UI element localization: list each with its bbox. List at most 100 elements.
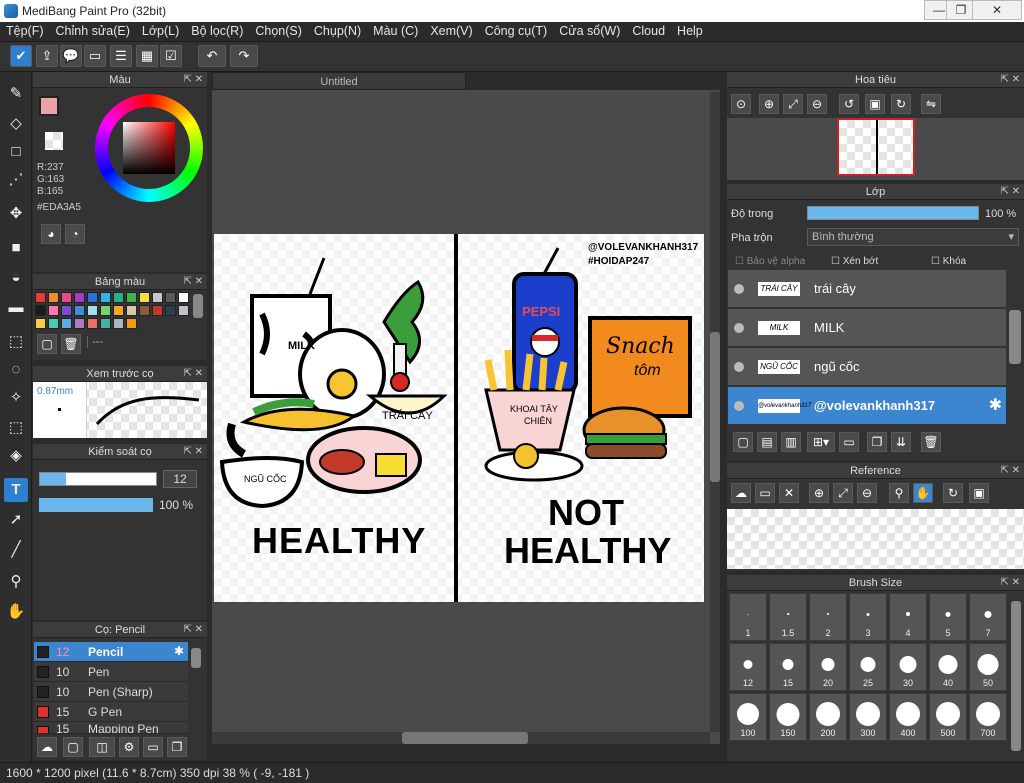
zoom-in-icon[interactable]: ⊕ — [809, 483, 829, 503]
menu-cloud[interactable]: Cloud — [626, 22, 671, 40]
color-swatch[interactable] — [152, 305, 163, 316]
eyedropper-icon[interactable]: ⚲ — [4, 570, 28, 594]
color-swatch[interactable] — [126, 305, 137, 316]
visibility-icon[interactable] — [734, 362, 744, 372]
menu-edit[interactable]: Chỉnh sửa(E) — [50, 22, 136, 40]
blend-mode-select[interactable]: Bình thường ▾ — [807, 228, 1019, 246]
color-swatch[interactable] — [139, 292, 150, 303]
panel-close-icon[interactable]: ⇱ ✕ — [183, 444, 203, 460]
open-folder-icon[interactable]: ▭ — [755, 483, 775, 503]
brush-size-cell[interactable]: 5 — [929, 593, 967, 641]
undo-icon[interactable]: ↶ — [198, 45, 226, 67]
flip-icon[interactable]: ⇋ — [921, 94, 941, 114]
brush-size-cell[interactable]: 1 — [729, 593, 767, 641]
color-swatch[interactable] — [139, 305, 150, 316]
brush-size-cell[interactable]: 20 — [809, 643, 847, 691]
hand-tool-icon[interactable]: ✋ — [4, 600, 28, 624]
brush-size-cell[interactable]: 4 — [889, 593, 927, 641]
color-swatch[interactable] — [74, 292, 85, 303]
menu-color[interactable]: Màu (C) — [367, 22, 424, 40]
brush-item[interactable]: 12 Pencil ✱ — [34, 642, 188, 662]
brush-item[interactable]: 15 G Pen — [34, 702, 188, 722]
operation-tool-icon[interactable]: ➚ — [4, 508, 28, 532]
artwork-canvas[interactable]: MILK TRÁI CÂY NGŨ CỐC HEALTHY @VOLEVANKH… — [214, 234, 704, 602]
layer-row[interactable]: NGŨ CỐC ngũ cốc — [728, 348, 1006, 386]
select-check-icon[interactable]: ✔ — [10, 45, 32, 67]
horizontal-scrollbar[interactable] — [212, 732, 710, 744]
panel-close-icon[interactable]: ⇱ ✕ — [1000, 575, 1020, 591]
close-button[interactable]: ✕ — [972, 0, 1022, 20]
rotate-icon[interactable]: ↻ — [943, 483, 963, 503]
text-tool-icon[interactable]: T — [4, 478, 28, 502]
divide-tool-icon[interactable]: ╱ — [4, 538, 28, 562]
menu-view[interactable]: Xem(V) — [424, 22, 478, 40]
gear-icon[interactable]: ✱ — [174, 644, 184, 658]
lasso-icon[interactable]: ◌ — [4, 358, 28, 382]
menu-file[interactable]: Tệp(F) — [0, 22, 50, 40]
color-swatch[interactable] — [165, 305, 176, 316]
delete-layer-icon[interactable]: 🗑 — [921, 432, 941, 452]
brush-item[interactable]: 10 Pen — [34, 662, 188, 682]
brush-size-cell[interactable]: 7 — [969, 593, 1007, 641]
brush-size-cell[interactable]: 100 — [729, 693, 767, 741]
opacity-slider[interactable] — [39, 498, 153, 512]
cloud-brush-icon[interactable]: ☁ — [37, 737, 57, 757]
close-reference-icon[interactable]: ✕ — [779, 483, 799, 503]
transparent-swatch[interactable] — [45, 132, 63, 150]
palette-icon[interactable]: ◕ — [41, 224, 61, 244]
document-icon[interactable]: ☰ — [110, 45, 132, 67]
cloud-icon[interactable]: ☁ — [731, 483, 751, 503]
fit-screen-icon[interactable]: ⤢ — [833, 483, 853, 503]
color-swatch[interactable] — [100, 292, 111, 303]
brush-tool-icon[interactable]: ✎ — [4, 82, 28, 106]
hand-icon[interactable]: ✋ — [913, 483, 933, 503]
panel-close-icon[interactable]: ⇱ ✕ — [1000, 72, 1020, 88]
menu-help[interactable]: Help — [671, 22, 709, 40]
panel-close-icon[interactable]: ⇱ ✕ — [183, 274, 203, 290]
dot-tool-icon[interactable]: ⋰ — [4, 168, 28, 192]
move-tool-icon[interactable]: ✥ — [4, 202, 28, 226]
palette-scrollbar[interactable] — [193, 294, 203, 318]
brush-size-cell[interactable]: 3 — [849, 593, 887, 641]
checklist-icon[interactable]: ☑ — [160, 45, 182, 67]
menu-layer[interactable]: Lớp(L) — [136, 22, 185, 40]
new-1bit-layer-icon[interactable]: ▥ — [781, 432, 801, 452]
foreground-color-swatch[interactable] — [39, 96, 59, 116]
fit-screen-icon[interactable]: ⤢ — [783, 94, 803, 114]
merge-layer-icon[interactable]: ⇊ — [891, 432, 911, 452]
color-swatch[interactable] — [35, 305, 46, 316]
brush-size-cell[interactable]: 15 — [769, 643, 807, 691]
color-swatch[interactable] — [113, 318, 124, 329]
zoom-out-icon[interactable]: ⊖ — [857, 483, 877, 503]
duplicate-icon[interactable]: ❐ — [167, 737, 187, 757]
add-swatch-icon[interactable]: ▢ — [37, 334, 57, 354]
panel-close-icon[interactable]: ⇱ ✕ — [183, 366, 203, 382]
panel-close-icon[interactable]: ⇱ ✕ — [1000, 463, 1020, 479]
color-swatch[interactable] — [178, 305, 189, 316]
panel-close-icon[interactable]: ⇱ ✕ — [1000, 184, 1020, 200]
color-swatch[interactable] — [35, 318, 46, 329]
brush-size-cell[interactable]: 40 — [929, 643, 967, 691]
color-swatch[interactable] — [126, 292, 137, 303]
brush-size-cell[interactable]: 30 — [889, 643, 927, 691]
color-swatch[interactable] — [87, 318, 98, 329]
zoom-fit-icon[interactable]: ⊙ — [731, 94, 751, 114]
add-layer-dropdown-icon[interactable]: ⊞▾ — [807, 432, 835, 452]
color-swatch[interactable] — [61, 292, 72, 303]
chat-icon[interactable]: ▭ — [84, 45, 106, 67]
menu-filter[interactable]: Bộ lọc(R) — [185, 22, 249, 40]
layer-row[interactable]: @volevankhanh317 @volevankhanh317 ✱ — [728, 387, 1006, 425]
brush-size-cell[interactable]: 700 — [969, 693, 1007, 741]
color-swatch[interactable] — [48, 318, 59, 329]
duplicate-layer-icon[interactable]: ❐ — [867, 432, 887, 452]
redo-icon[interactable]: ↷ — [230, 45, 258, 67]
visibility-icon[interactable] — [734, 284, 744, 294]
hue-ring[interactable] — [95, 94, 203, 202]
color-swatch[interactable] — [113, 292, 124, 303]
delete-swatch-icon[interactable]: 🗑 — [61, 334, 81, 354]
panel-close-icon[interactable]: ⇱ ✕ — [183, 72, 203, 88]
menu-select[interactable]: Chọn(S) — [249, 22, 308, 40]
zoom-out-icon[interactable]: ⊖ — [807, 94, 827, 114]
menu-window[interactable]: Cửa sổ(W) — [553, 22, 626, 40]
tab-untitled[interactable]: Untitled — [212, 72, 466, 90]
